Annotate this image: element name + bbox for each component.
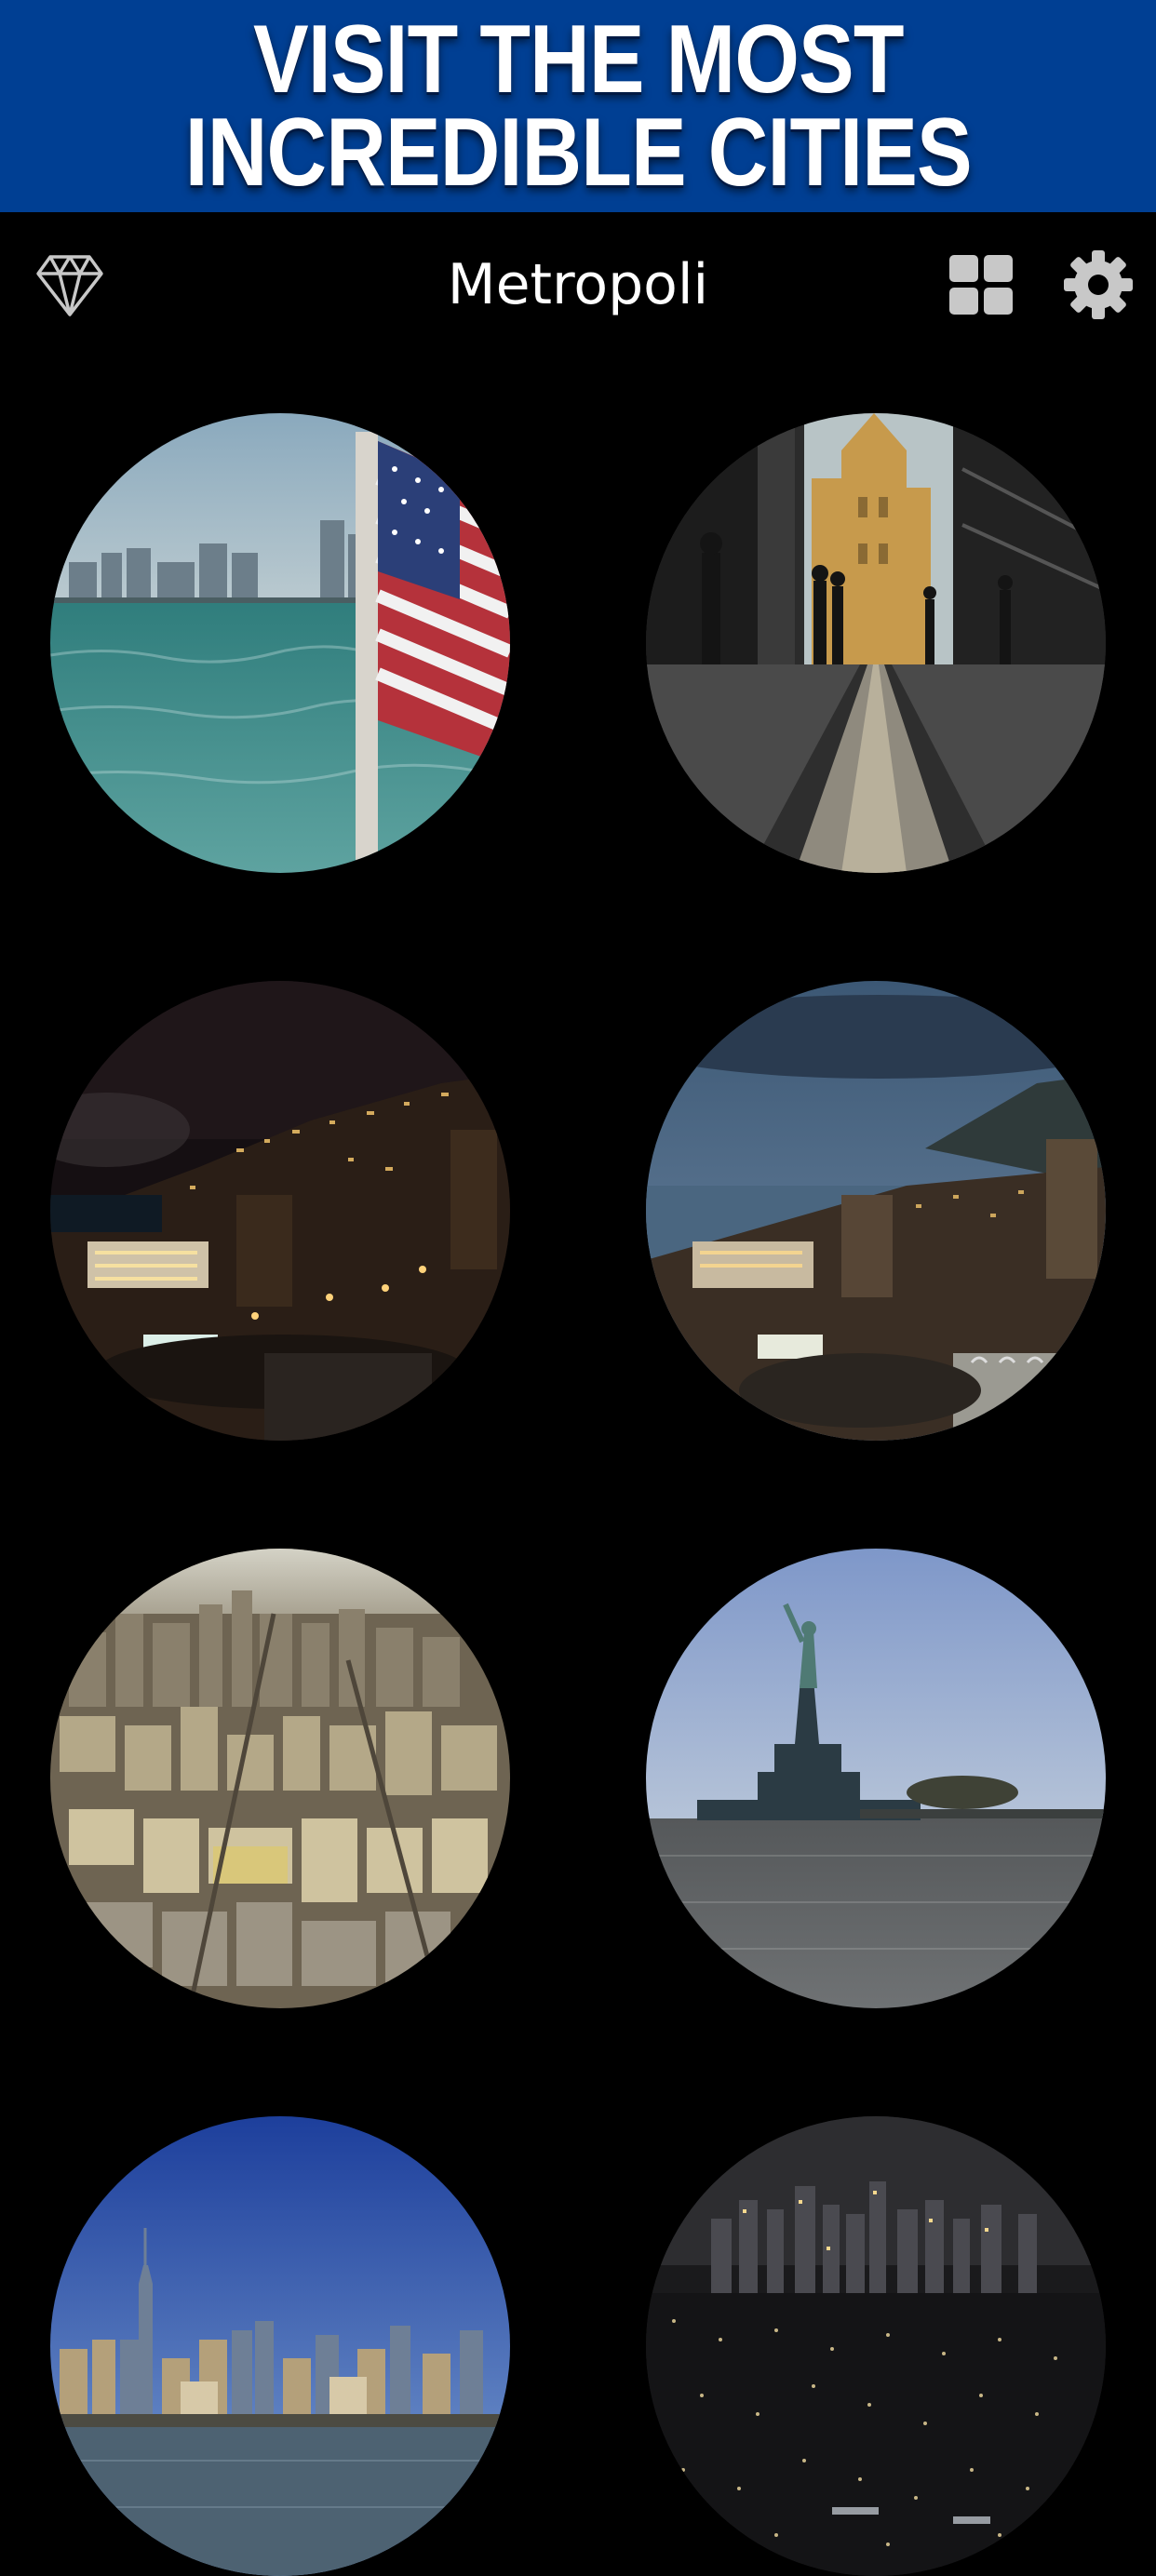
- city-tile-manhattan-skyline[interactable]: [50, 2116, 510, 2576]
- city-tile-monaco-dusk[interactable]: [646, 981, 1106, 1441]
- settings-gear-icon[interactable]: [1063, 249, 1134, 320]
- city-grid: [0, 361, 1156, 2576]
- banner-title: VISIT THE MOST INCREDIBLE CITIES: [184, 6, 972, 207]
- city-tile-tower-bridge[interactable]: [646, 413, 1106, 873]
- grid-view-icon[interactable]: [948, 253, 1015, 316]
- banner-title-line-2: INCREDIBLE CITIES: [184, 99, 972, 207]
- city-tile-manhattan-aerial[interactable]: [50, 1549, 510, 2008]
- nav-bar: Metropoli: [0, 212, 1156, 361]
- city-tile-monaco-night[interactable]: [50, 981, 510, 1441]
- city-tile-harbor-flag[interactable]: [50, 413, 510, 873]
- promo-banner: VISIT THE MOST INCREDIBLE CITIES: [0, 0, 1156, 212]
- city-tile-statue-liberty[interactable]: [646, 1549, 1106, 2008]
- banner-title-line-1: VISIT THE MOST: [252, 6, 904, 114]
- city-tile-night-skyline[interactable]: [646, 2116, 1106, 2576]
